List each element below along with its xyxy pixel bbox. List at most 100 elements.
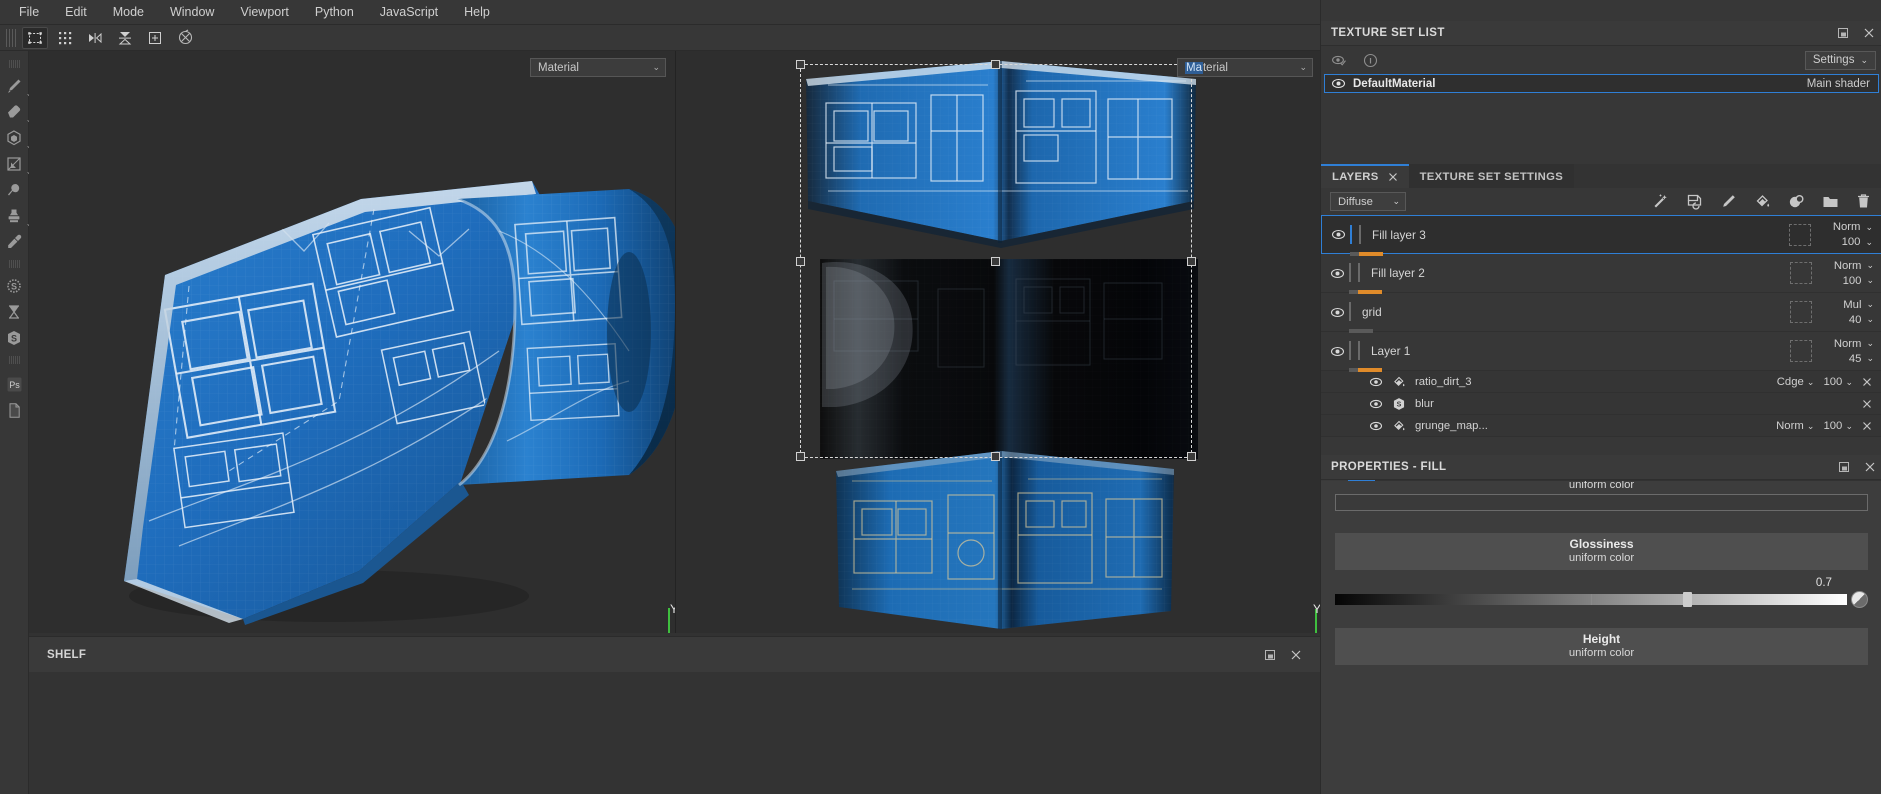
layer-mask-thumbnail-wrap[interactable] — [1349, 263, 1373, 294]
effect-blend-mode[interactable]: Cdge ⌄ — [1777, 376, 1815, 388]
glossiness-section-header[interactable]: Glossiness uniform color — [1335, 533, 1868, 570]
layer-content-thumbnail[interactable] — [1358, 263, 1360, 282]
marquee-handle-mc[interactable] — [991, 257, 1000, 266]
export-tool[interactable] — [1, 397, 28, 423]
projection-tool[interactable]: ⌄ — [1, 125, 33, 151]
viewport-3d[interactable]: Y Z X — [29, 51, 675, 633]
eraser-tool[interactable]: ⌄ — [1, 99, 33, 125]
close-icon[interactable] — [1388, 172, 1398, 182]
menu-item-help[interactable]: Help — [451, 0, 503, 24]
effect-blend-mode[interactable]: Norm ⌄ — [1776, 420, 1814, 432]
effect-opacity[interactable]: 100 ⌄ — [1823, 420, 1853, 432]
marquee-handle-tl[interactable] — [796, 60, 805, 69]
effect-opacity[interactable]: 100 ⌄ — [1823, 376, 1853, 388]
texture-set-row-defaultmaterial[interactable]: DefaultMaterial Main shader — [1324, 74, 1879, 93]
close-icon[interactable] — [1864, 461, 1876, 473]
layer-mask-slot[interactable] — [1790, 340, 1812, 362]
close-icon[interactable] — [1862, 421, 1872, 431]
layer-content-thumbnail-wrap[interactable] — [1358, 341, 1382, 372]
close-icon[interactable] — [1862, 399, 1872, 409]
paint-layer-icon[interactable] — [1720, 193, 1737, 210]
menu-item-mode[interactable]: Mode — [100, 0, 157, 24]
glossiness-slider-knob[interactable] — [1683, 592, 1693, 607]
layer-content-thumbnail[interactable] — [1358, 341, 1360, 360]
fill-layer-icon[interactable] — [1754, 193, 1771, 210]
maximize-icon[interactable] — [1838, 461, 1850, 473]
effect-visibility-toggle[interactable] — [1369, 421, 1383, 431]
tab-texture-set-settings[interactable]: TEXTURE SET SETTINGS — [1408, 164, 1575, 188]
blur-tool[interactable]: S — [1, 325, 28, 351]
layer-mask-slot[interactable] — [1789, 223, 1811, 246]
layer-mask-thumbnail-wrap[interactable] — [1350, 224, 1374, 256]
effect-visibility-toggle[interactable] — [1369, 377, 1383, 387]
menu-item-viewport[interactable]: Viewport — [227, 0, 301, 24]
material-selector-2d[interactable]: Material ⌄ — [1177, 58, 1313, 77]
marquee-handle-bl[interactable] — [796, 452, 805, 461]
toolbar-drag-handle[interactable] — [6, 28, 16, 47]
info-circle-icon[interactable] — [1363, 53, 1378, 68]
layer-visibility-toggle[interactable] — [1327, 268, 1347, 279]
glossiness-invert-icon[interactable] — [1851, 591, 1868, 608]
select-tool-button[interactable] — [22, 26, 48, 49]
height-section-header[interactable]: Height uniform color — [1335, 628, 1868, 665]
layer-visibility-toggle[interactable] — [1327, 307, 1347, 318]
layer-visibility-toggle[interactable] — [1328, 229, 1348, 240]
layer-blend-mode[interactable]: Norm ⌄ — [1834, 338, 1874, 350]
layer-opacity[interactable]: 40 ⌄ — [1849, 314, 1874, 326]
photoshop-link-tool[interactable]: Ps — [1, 371, 28, 397]
effect-visibility-toggle[interactable] — [1369, 399, 1383, 409]
menu-item-javascript[interactable]: JavaScript — [367, 0, 451, 24]
layer-content-thumbnail[interactable] — [1359, 224, 1361, 244]
layer-mask-thumbnail-wrap[interactable] — [1349, 341, 1373, 372]
glossiness-slider-row[interactable] — [1335, 591, 1868, 608]
close-icon[interactable] — [1863, 27, 1875, 39]
layer-mask-thumbnail[interactable] — [1349, 263, 1351, 282]
layer-row-fill-layer-2[interactable]: Fill layer 2 Norm ⌄ 100 ⌄ — [1321, 254, 1881, 294]
layer-opacity[interactable]: 100 ⌄ — [1842, 236, 1873, 248]
smudge-tool[interactable]: S — [1, 273, 28, 299]
marquee-handle-br[interactable] — [1187, 452, 1196, 461]
marquee-handle-tc[interactable] — [991, 60, 1000, 69]
adjustment-layer-icon[interactable] — [1788, 193, 1805, 210]
layer-blend-mode[interactable]: Norm ⌄ — [1834, 260, 1874, 272]
layer-content-thumbnail-wrap[interactable] — [1358, 263, 1382, 294]
layer-opacity[interactable]: 45 ⌄ — [1849, 353, 1874, 365]
eye-icon[interactable] — [1331, 78, 1346, 89]
close-icon[interactable] — [1862, 377, 1872, 387]
magic-wand-icon[interactable] — [1652, 193, 1669, 210]
effect-row-ratio-dirt-3[interactable]: ratio_dirt_3 Cdge ⌄ 100 ⌄ — [1321, 371, 1881, 393]
color-picker-tool[interactable] — [1, 229, 28, 255]
layer-visibility-toggle[interactable] — [1327, 346, 1347, 357]
glossiness-slider-track[interactable] — [1335, 592, 1847, 607]
layer-mask-thumbnail[interactable] — [1349, 302, 1351, 321]
tab-layers[interactable]: LAYERS — [1321, 164, 1409, 188]
layer-mask-slot[interactable] — [1790, 262, 1812, 284]
marquee-handle-mr[interactable] — [1187, 257, 1196, 266]
reset-button[interactable] — [172, 27, 198, 49]
close-icon[interactable] — [1290, 649, 1302, 661]
layer-content-thumbnail-wrap[interactable] — [1359, 224, 1383, 256]
layer-mask-slot[interactable] — [1790, 301, 1812, 323]
align-button[interactable] — [112, 27, 138, 49]
layer-opacity[interactable]: 100 ⌄ — [1843, 275, 1874, 287]
geometry-decal-tool[interactable] — [1, 177, 28, 203]
effect-row-blur[interactable]: S blur — [1321, 393, 1881, 415]
pivot-button[interactable] — [142, 27, 168, 49]
channel-selector[interactable]: Diffuse ⌄ — [1330, 192, 1406, 211]
folder-icon[interactable] — [1822, 194, 1839, 209]
layer-row-fill-layer-3[interactable]: Fill layer 3 Norm ⌄ 100 ⌄ — [1321, 215, 1881, 256]
menu-item-file[interactable]: File — [6, 0, 52, 24]
texture-set-settings-button[interactable]: Settings ⌄ — [1804, 50, 1876, 70]
paint-brush-tool[interactable]: ⌄ — [1, 73, 33, 99]
layer-row-layer-1[interactable]: Layer 1 Norm ⌄ 45 ⌄ — [1321, 332, 1881, 372]
layer-mask-thumbnail[interactable] — [1350, 224, 1352, 244]
trash-icon[interactable] — [1856, 193, 1871, 210]
properties-content[interactable]: uniform color Glossiness uniform color 0… — [1321, 481, 1881, 794]
add-mask-icon[interactable] — [1686, 193, 1703, 210]
layer-mask-thumbnail-wrap[interactable] — [1349, 302, 1373, 333]
clone-stamp-tool[interactable]: ⌄ — [1, 203, 33, 229]
layer-blend-mode[interactable]: Mul ⌄ — [1843, 299, 1874, 311]
polygon-fill-tool[interactable]: ⌄ — [1, 151, 33, 177]
eye-check-icon[interactable] — [1331, 54, 1347, 67]
maximize-icon[interactable] — [1264, 649, 1276, 661]
